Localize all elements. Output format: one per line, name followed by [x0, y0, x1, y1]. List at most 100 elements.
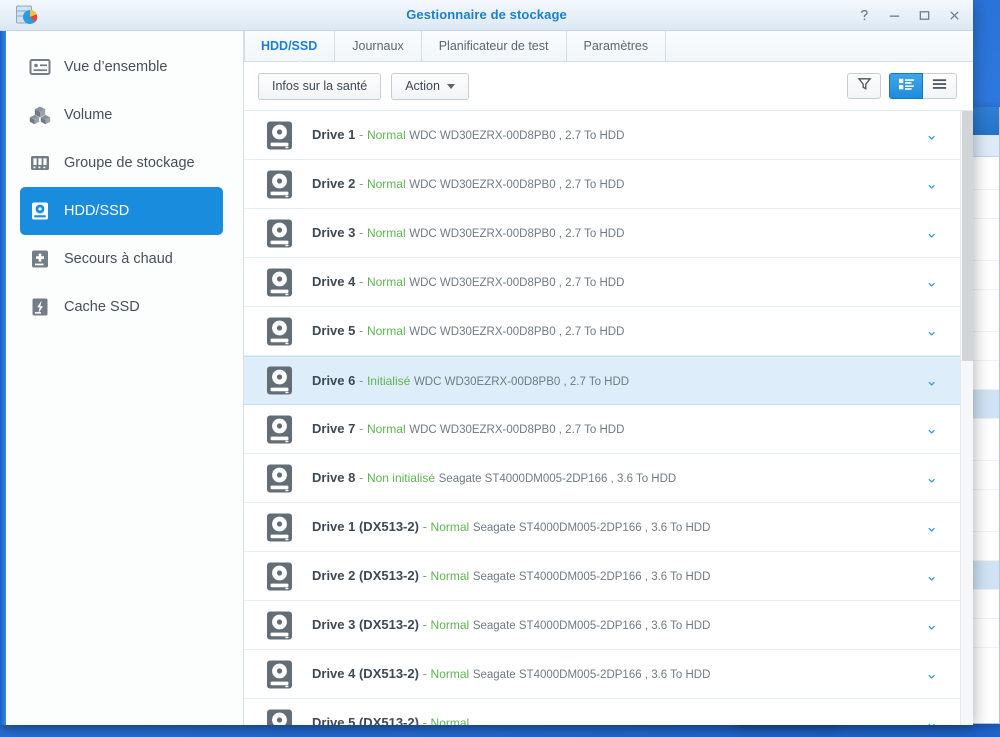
tab-hdd-ssd[interactable]: HDD/SSD [244, 31, 335, 61]
drive-model: Seagate ST4000DM005-2DP166 , 3.6 To HDD [473, 669, 711, 681]
chevron-down-icon[interactable]: ⌄ [925, 373, 938, 388]
tab-planificateur-de-test[interactable]: Planificateur de test [422, 31, 567, 61]
filter-button[interactable] [847, 73, 881, 99]
drive-name: Drive 8 [312, 470, 355, 485]
status-badge: Normal [367, 128, 406, 142]
drive-name: Drive 5 (DX513-2) [312, 715, 419, 725]
chevron-down-icon[interactable]: ⌄ [925, 471, 938, 486]
table-row[interactable]: Drive 1 (DX513-2) - Normal Seagate ST400… [244, 503, 960, 552]
tab-parametres[interactable]: Paramètres [567, 31, 667, 61]
drive-list: Drive 1 - Normal WDC WD30EZRX-00D8PB0 , … [244, 110, 973, 725]
status-badge: Normal [431, 716, 470, 725]
drive-name: Drive 3 (DX513-2) [312, 617, 419, 632]
drive-title-line: Drive 4 (DX513-2) - Normal [312, 666, 473, 681]
window-title: Gestionnaire de stockage [0, 7, 973, 22]
tab-strip: HDD/SSD Journaux Planificateur de test P… [244, 31, 973, 62]
chevron-down-icon[interactable]: ⌄ [925, 128, 938, 143]
chevron-down-icon[interactable]: ⌄ [925, 422, 938, 437]
scrollbar-thumb[interactable] [962, 111, 973, 361]
table-row[interactable]: Drive 7 - Normal WDC WD30EZRX-00D8PB0 , … [244, 405, 960, 454]
window-controls [855, 0, 963, 31]
minimize-icon[interactable] [885, 7, 903, 25]
storage-manager-window: Gestionnaire de stockage [0, 0, 973, 725]
health-info-button[interactable]: Infos sur la santé [258, 73, 381, 100]
drive-info: Drive 5 - Normal WDC WD30EZRX-00D8PB0 , … [312, 322, 624, 340]
drive-model: WDC WD30EZRX-00D8PB0 , 2.7 To HDD [409, 130, 624, 142]
table-row[interactable]: Drive 8 - Non initialisé Seagate ST4000D… [244, 454, 960, 503]
chevron-down-icon[interactable]: ⌄ [925, 569, 938, 584]
table-row[interactable]: Drive 5 (DX513-2) - Normal ⌄ [244, 699, 960, 725]
action-button[interactable]: Action [391, 73, 469, 100]
health-info-label: Infos sur la santé [272, 79, 367, 93]
drive-name: Drive 1 (DX513-2) [312, 519, 419, 534]
drive-separator: - [423, 715, 431, 725]
sidebar-item-label: Groupe de stockage [64, 155, 195, 171]
drive-name: Drive 2 [312, 176, 355, 191]
table-row[interactable]: Drive 2 - Normal WDC WD30EZRX-00D8PB0 , … [244, 160, 960, 209]
drive-icon [264, 316, 295, 347]
table-row[interactable]: Drive 5 - Normal WDC WD30EZRX-00D8PB0 , … [244, 307, 960, 356]
table-row[interactable]: Drive 4 - Normal WDC WD30EZRX-00D8PB0 , … [244, 258, 960, 307]
sidebar-item-storage-pool[interactable]: Groupe de stockage [20, 139, 223, 187]
drive-info: Drive 6 - Initialisé WDC WD30EZRX-00D8PB… [312, 372, 629, 390]
view-controls [847, 73, 957, 99]
status-badge: Initialisé [367, 374, 410, 388]
table-row[interactable]: Drive 1 - Normal WDC WD30EZRX-00D8PB0 , … [244, 111, 960, 160]
chevron-down-icon [447, 84, 455, 89]
chevron-down-icon[interactable]: ⌄ [925, 324, 938, 339]
drive-title-line: Drive 7 - Normal [312, 421, 409, 436]
drive-info: Drive 2 - Normal WDC WD30EZRX-00D8PB0 , … [312, 175, 624, 193]
maximize-icon[interactable] [915, 7, 933, 25]
sidebar-item-ssd-cache[interactable]: Cache SSD [20, 283, 223, 331]
sidebar-item-volume[interactable]: Volume [20, 91, 223, 139]
status-badge: Normal [367, 226, 406, 240]
status-badge: Normal [431, 618, 470, 632]
tab-journaux[interactable]: Journaux [335, 31, 421, 61]
sidebar-item-label: Secours à chaud [64, 251, 173, 267]
drive-title-line: Drive 2 (DX513-2) - Normal [312, 568, 473, 583]
drive-model: WDC WD30EZRX-00D8PB0 , 2.7 To HDD [409, 326, 624, 338]
table-row[interactable]: Drive 3 (DX513-2) - Normal Seagate ST400… [244, 601, 960, 650]
sidebar-item-label: Vue d’ensemble [64, 59, 167, 75]
table-row[interactable]: Drive 6 - Initialisé WDC WD30EZRX-00D8PB… [244, 356, 960, 405]
close-icon[interactable] [945, 7, 963, 25]
drive-title-line: Drive 5 - Normal [312, 323, 409, 338]
help-icon[interactable] [855, 7, 873, 25]
action-label: Action [405, 79, 440, 93]
drive-info: Drive 2 (DX513-2) - Normal Seagate ST400… [312, 567, 710, 585]
table-row[interactable]: Drive 4 (DX513-2) - Normal Seagate ST400… [244, 650, 960, 699]
drive-model: WDC WD30EZRX-00D8PB0 , 2.7 To HDD [409, 228, 624, 240]
drive-info: Drive 5 (DX513-2) - Normal [312, 714, 469, 725]
compact-view-button[interactable] [923, 73, 957, 99]
chevron-down-icon[interactable]: ⌄ [925, 177, 938, 192]
drive-separator: - [423, 519, 431, 534]
drive-separator: - [423, 617, 431, 632]
table-row[interactable]: Drive 3 - Normal WDC WD30EZRX-00D8PB0 , … [244, 209, 960, 258]
drive-icon [264, 414, 295, 445]
drive-name: Drive 1 [312, 127, 355, 142]
drive-name: Drive 4 [312, 274, 355, 289]
drive-title-line: Drive 2 - Normal [312, 176, 409, 191]
chevron-down-icon[interactable]: ⌄ [925, 275, 938, 290]
drive-model: WDC WD30EZRX-00D8PB0 , 2.7 To HDD [409, 179, 624, 191]
vertical-scrollbar[interactable] [960, 111, 973, 725]
chevron-down-icon[interactable]: ⌄ [925, 618, 938, 633]
drive-title-line: Drive 8 - Non initialisé [312, 470, 439, 485]
chevron-down-icon[interactable]: ⌄ [925, 226, 938, 241]
sidebar-item-overview[interactable]: Vue d’ensemble [20, 43, 223, 91]
chevron-down-icon[interactable]: ⌄ [925, 716, 938, 726]
drive-separator: - [359, 176, 367, 191]
drive-info: Drive 3 - Normal WDC WD30EZRX-00D8PB0 , … [312, 224, 624, 242]
hdd-icon [29, 200, 51, 222]
drive-info: Drive 4 - Normal WDC WD30EZRX-00D8PB0 , … [312, 273, 624, 291]
detail-view-button[interactable] [889, 73, 923, 99]
sidebar-item-hot-spare[interactable]: Secours à chaud [20, 235, 223, 283]
chevron-down-icon[interactable]: ⌄ [925, 667, 938, 682]
table-row[interactable]: Drive 2 (DX513-2) - Normal Seagate ST400… [244, 552, 960, 601]
drive-name: Drive 6 [312, 373, 355, 388]
chevron-down-icon[interactable]: ⌄ [925, 520, 938, 535]
sidebar-item-hdd-ssd[interactable]: HDD/SSD [20, 187, 223, 235]
sidebar-item-label: Volume [64, 107, 112, 123]
drive-title-line: Drive 3 (DX513-2) - Normal [312, 617, 473, 632]
drive-model: Seagate ST4000DM005-2DP166 , 3.6 To HDD [439, 473, 677, 485]
